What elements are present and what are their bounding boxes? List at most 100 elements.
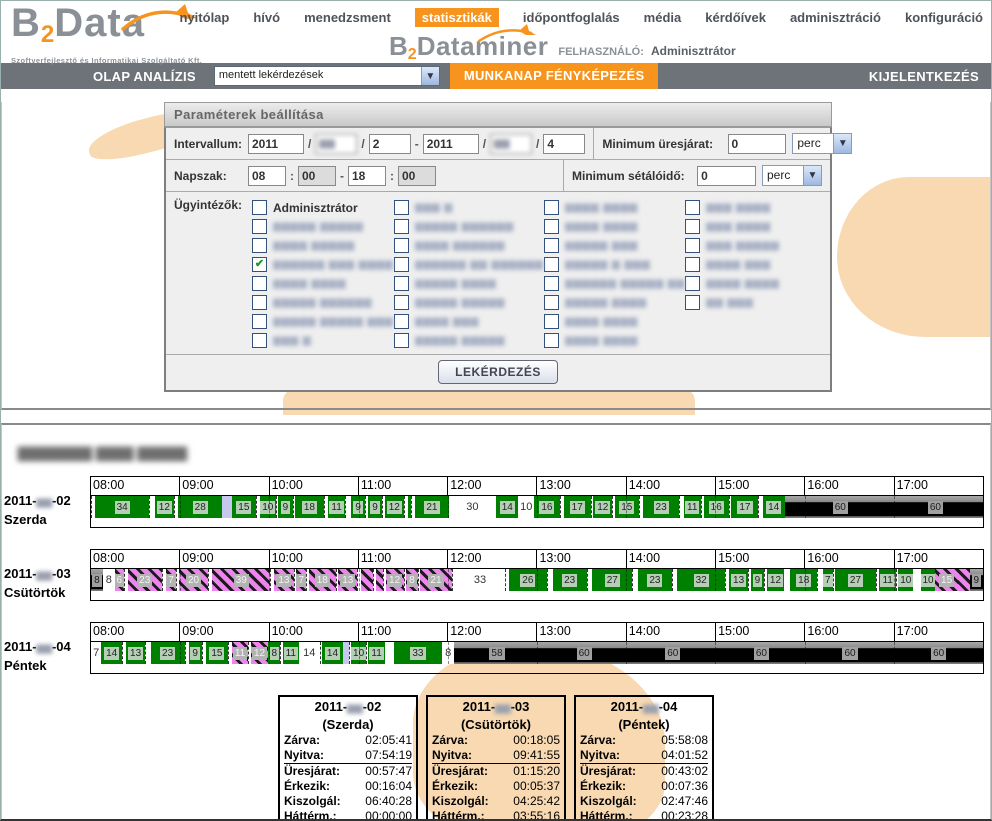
agent-checkbox-item[interactable]: ▆▆▆▆ ▆▆▆▆▆ — [252, 236, 394, 255]
agent-checkbox-item[interactable]: ✔▆▆▆▆▆▆ ▆▆▆ ▆▆▆▆ — [252, 255, 394, 274]
checkbox-icon[interactable] — [394, 238, 409, 253]
checkbox-icon[interactable] — [394, 314, 409, 329]
checkbox-icon[interactable] — [685, 238, 700, 253]
checkbox-icon[interactable] — [544, 295, 559, 310]
timeline-segment-serve: 14 — [101, 642, 122, 664]
checkbox-icon[interactable] — [252, 219, 267, 234]
agent-checkbox-item[interactable]: ▆▆▆ ▆▆▆▆ — [685, 198, 822, 217]
checkbox-checked-icon[interactable]: ✔ — [252, 257, 267, 272]
agent-checkbox-item[interactable]: ▆▆ ▆▆▆ — [685, 293, 822, 312]
checkbox-icon[interactable] — [394, 219, 409, 234]
main-nav: nyitólaphívómenedzsmentstatisztikákidőpo… — [180, 8, 983, 27]
interval-end-month-input[interactable]: ▆▆ — [490, 134, 532, 154]
checkbox-icon[interactable] — [252, 200, 267, 215]
nav-item-menedzsment[interactable]: menedzsment — [304, 10, 391, 25]
checkbox-icon[interactable] — [544, 219, 559, 234]
agent-checkbox-item[interactable]: ▆▆▆▆ ▆▆▆▆ — [685, 274, 822, 293]
agent-checkbox-item[interactable]: ▆▆▆▆▆ ▆▆▆ — [544, 236, 686, 255]
timeline-segment-serve: 10 — [260, 496, 276, 518]
agent-checkbox-item[interactable]: ▆▆▆▆ ▆▆▆▆ — [544, 217, 686, 236]
saved-queries-select[interactable]: mentett lekérdezések ▼ — [214, 66, 440, 86]
agent-checkbox-item[interactable]: ▆▆▆▆ ▆▆▆▆ — [252, 274, 394, 293]
checkbox-icon[interactable] — [544, 314, 559, 329]
summary-row: Kiszolgál:06:40:28 — [284, 794, 412, 809]
chevron-down-icon[interactable]: ▼ — [803, 166, 821, 185]
axis-hour-label: 11:00 — [358, 623, 447, 641]
timeline-segment-serve: 23 — [643, 496, 679, 518]
agent-name: ▆▆▆▆▆ ▆▆▆▆ — [415, 278, 497, 289]
agent-checkbox-item[interactable]: ▆▆▆▆▆▆ ▆▆ ▆▆▆▆▆▆ — [394, 255, 544, 274]
checkbox-icon[interactable] — [544, 200, 559, 215]
min-walk-input[interactable]: 0 — [697, 166, 756, 186]
agent-checkbox-item[interactable]: ▆▆▆▆▆ ▆▆▆▆ — [544, 293, 686, 312]
daytime-end-minute-input[interactable]: 00 — [398, 166, 436, 186]
agent-checkbox-item[interactable]: ▆▆▆ ▆ — [252, 331, 394, 350]
checkbox-icon[interactable] — [252, 238, 267, 253]
chevron-down-icon[interactable]: ▼ — [833, 134, 851, 153]
nav-item-nyitolap[interactable]: nyitólap — [180, 10, 230, 25]
interval-start-month-input[interactable]: ▆▆ — [315, 134, 357, 154]
min-walk-unit-select[interactable]: perc ▼ — [762, 165, 822, 186]
daytime-end-hour-input[interactable]: 18 — [348, 166, 386, 186]
agent-checkbox-item[interactable]: ▆▆▆▆▆ ▆▆▆▆ — [394, 274, 544, 293]
agent-checkbox-item[interactable]: ▆▆▆▆ ▆▆▆▆▆▆ — [394, 236, 544, 255]
agent-checkbox-item[interactable]: ▆▆▆▆▆▆ ▆▆▆▆▆ ▆▆ — [544, 274, 686, 293]
min-idle-input[interactable]: 0 — [728, 134, 787, 154]
agent-checkbox-item[interactable]: ▆▆▆▆ ▆▆▆▆ — [544, 198, 686, 217]
interval-start-year-input[interactable]: 2011 — [248, 134, 304, 154]
checkbox-icon[interactable] — [394, 276, 409, 291]
checkbox-icon[interactable] — [252, 314, 267, 329]
nav-item-hivo[interactable]: hívó — [253, 10, 280, 25]
checkbox-icon[interactable] — [685, 200, 700, 215]
checkbox-icon[interactable] — [685, 257, 700, 272]
checkbox-icon[interactable] — [252, 276, 267, 291]
interval-end-day-input[interactable]: 4 — [543, 134, 585, 154]
nav-item-kerdoivek[interactable]: kérdőívek — [705, 10, 766, 25]
daytime-start-minute-input[interactable]: 00 — [298, 166, 336, 186]
agent-checkbox-item[interactable]: ▆▆▆▆▆ ▆ ▆▆▆ — [544, 255, 686, 274]
agent-checkbox-item[interactable]: ▆▆▆ ▆▆▆▆▆ — [685, 236, 822, 255]
tab-munkanap-fenykepezes[interactable]: MUNKANAP FÉNYKÉPEZÉS — [450, 63, 659, 89]
checkbox-icon[interactable] — [685, 219, 700, 234]
interval-end-year-input[interactable]: 2011 — [423, 134, 479, 154]
nav-item-media[interactable]: média — [644, 10, 682, 25]
agent-checkbox-item[interactable]: ▆▆▆▆▆ ▆▆▆▆▆ ▆▆▆ — [252, 312, 394, 331]
min-idle-unit-select[interactable]: perc ▼ — [792, 133, 852, 154]
agent-checkbox-item[interactable]: ▆▆▆▆ ▆▆▆▆ — [544, 331, 686, 350]
checkbox-icon[interactable] — [544, 276, 559, 291]
checkbox-icon[interactable] — [394, 200, 409, 215]
agent-checkbox-item[interactable]: Adminisztrátor — [252, 198, 394, 217]
agent-checkbox-item[interactable]: ▆▆▆▆▆ ▆▆▆▆▆ — [394, 331, 544, 350]
agent-checkbox-item[interactable]: ▆▆▆▆ ▆▆▆▆ — [544, 312, 686, 331]
checkbox-icon[interactable] — [252, 295, 267, 310]
nav-item-konfiguracio[interactable]: konfiguráció — [905, 10, 983, 25]
agent-checkbox-item[interactable]: ▆▆▆▆▆ ▆▆▆▆▆ — [394, 293, 544, 312]
chevron-down-icon[interactable]: ▼ — [421, 67, 439, 85]
segment-value: 14 — [500, 501, 515, 514]
checkbox-icon[interactable] — [394, 295, 409, 310]
query-button[interactable]: LEKÉRDEZÉS — [438, 360, 558, 384]
checkbox-icon[interactable] — [685, 295, 700, 310]
agent-checkbox-item[interactable]: ▆▆▆▆ ▆▆▆ — [394, 312, 544, 331]
agent-checkbox-item[interactable]: ▆▆▆▆▆ ▆▆▆▆▆ — [252, 217, 394, 236]
agent-checkbox-item[interactable]: ▆▆▆ ▆ — [394, 198, 544, 217]
summary-table: 2011-▆▆-03(Csütörtök)Zárva:00:18:05Nyitv… — [426, 695, 566, 821]
timeline-segment-closed: 58 — [454, 642, 540, 664]
checkbox-icon[interactable] — [544, 238, 559, 253]
checkbox-icon[interactable] — [252, 333, 267, 348]
checkbox-icon[interactable] — [394, 257, 409, 272]
agent-checkbox-item[interactable]: ▆▆▆▆▆ ▆▆▆▆▆▆ — [252, 293, 394, 312]
agent-checkbox-item[interactable]: ▆▆▆▆ ▆▆▆ — [685, 255, 822, 274]
daytime-start-hour-input[interactable]: 08 — [248, 166, 286, 186]
checkbox-icon[interactable] — [544, 333, 559, 348]
timeline-segment-bg: 13 — [274, 569, 293, 591]
nav-item-adminisztracio[interactable]: adminisztráció — [790, 10, 881, 25]
logout-button[interactable]: KIJELENTKEZÉS — [869, 69, 979, 84]
checkbox-icon[interactable] — [394, 333, 409, 348]
agent-checkbox-item[interactable]: ▆▆▆ ▆▆▆▆ — [685, 217, 822, 236]
interval-start-day-input[interactable]: 2 — [369, 134, 411, 154]
agent-checkbox-item[interactable]: ▆▆▆▆▆ ▆▆▆▆▆▆ — [394, 217, 544, 236]
checkbox-icon[interactable] — [685, 276, 700, 291]
segment-value: 13 — [128, 647, 143, 660]
checkbox-icon[interactable] — [544, 257, 559, 272]
